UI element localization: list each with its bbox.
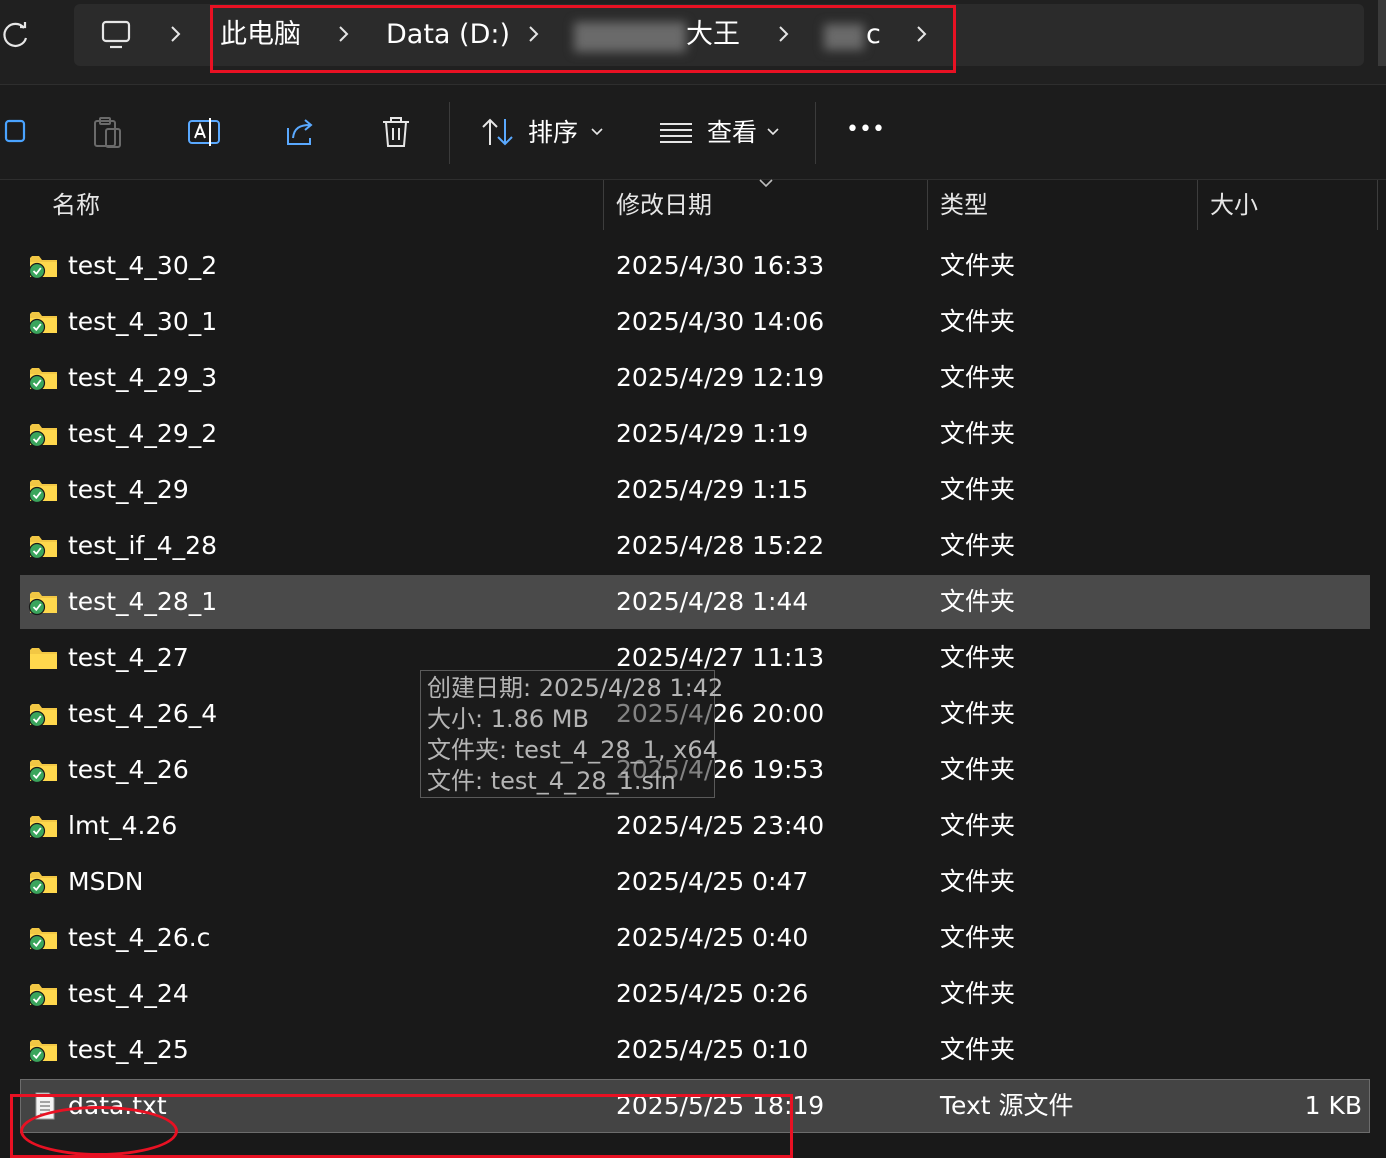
item-type: 文件夹: [940, 363, 1016, 392]
item-modified-date: 2025/4/25 0:40: [616, 923, 809, 952]
more-options-button[interactable]: •••: [846, 110, 885, 150]
item-name: test_4_29_3: [68, 363, 218, 392]
item-modified-date: 2025/4/25 23:40: [616, 811, 825, 840]
list-item[interactable]: test_4_29_2 2025/4/29 1:19 文件夹: [0, 406, 1386, 462]
item-name: test_4_26.c: [68, 923, 211, 952]
refresh-icon[interactable]: [0, 18, 34, 52]
item-modified-date: 2025/4/25 0:47: [616, 867, 809, 896]
tooltip-size: 大小: 1.86 MB: [427, 705, 589, 733]
list-item[interactable]: lmt_4.26 2025/4/25 23:40 文件夹: [0, 798, 1386, 854]
toolbar-divider: [449, 102, 450, 164]
item-type: 文件夹: [940, 699, 1016, 728]
view-icon[interactable]: [656, 112, 696, 152]
list-item[interactable]: test_4_25 2025/4/25 0:10 文件夹: [0, 1022, 1386, 1078]
item-name: test_4_29: [68, 475, 189, 504]
item-modified-date: 2025/4/29 1:15: [616, 475, 809, 504]
item-modified-date: 2025/4/30 16:33: [616, 251, 825, 280]
item-name: test_4_30_1: [68, 307, 218, 336]
list-item[interactable]: test_4_29 2025/4/29 1:15 文件夹: [0, 462, 1386, 518]
rename-icon[interactable]: [184, 112, 224, 152]
tooltip-folders: 文件夹: test_4_28_1, x64: [427, 736, 718, 764]
item-modified-date: 2025/4/25 0:26: [616, 979, 809, 1008]
column-divider[interactable]: [1197, 180, 1198, 230]
item-type: 文件夹: [940, 230, 1015, 238]
item-modified-date: 2025/5/1 16:04: [616, 230, 808, 238]
list-item[interactable]: MSDN 2025/4/25 0:47 文件夹: [0, 854, 1386, 910]
column-header-type[interactable]: 类型: [940, 178, 988, 230]
item-name: test_4_26_4: [68, 699, 218, 728]
item-name: MSDN: [68, 867, 144, 896]
item-type: 文件夹: [940, 1035, 1016, 1064]
item-type: 文件夹: [940, 867, 1016, 896]
sort-icon[interactable]: [478, 112, 518, 152]
item-name: test_4_28_1: [68, 587, 218, 616]
list-item[interactable]: test_4_29_3 2025/4/29 12:19 文件夹: [0, 350, 1386, 406]
item-type: 文件夹: [940, 419, 1016, 448]
item-name: test_5_1_2: [68, 230, 201, 238]
item-modified-date: 2025/4/25 0:10: [616, 1035, 809, 1064]
list-item[interactable]: test_4_26.c 2025/4/25 0:40 文件夹: [0, 910, 1386, 966]
item-size: 1 KB: [1304, 1091, 1362, 1120]
annotation-box-breadcrumb: [210, 5, 956, 73]
tooltip-created: 创建日期: 2025/4/28 1:42: [427, 674, 724, 702]
computer-icon[interactable]: [98, 16, 134, 52]
item-modified-date: 2025/4/30 14:06: [616, 307, 825, 336]
tooltip-files: 文件: test_4_28_1.sln: [427, 767, 676, 795]
item-modified-date: 2025/4/28 15:22: [616, 531, 825, 560]
item-type: 文件夹: [940, 923, 1016, 952]
column-header-modified[interactable]: 修改日期: [616, 178, 712, 230]
toolbar-divider: [815, 102, 816, 164]
item-type: 文件夹: [940, 307, 1016, 336]
item-type: 文件夹: [940, 811, 1016, 840]
folder-info-tooltip: 创建日期: 2025/4/28 1:42 大小: 1.86 MB 文件夹: te…: [420, 670, 724, 798]
view-button[interactable]: 查看: [707, 113, 757, 153]
item-name: test_4_26: [68, 755, 189, 784]
list-item[interactable]: test_4_30_2 2025/4/30 16:33 文件夹: [0, 238, 1386, 294]
chevron-down-icon[interactable]: [590, 124, 604, 138]
list-item[interactable]: test_5_1_2 2025/5/1 16:04 文件夹: [0, 230, 1386, 238]
sort-button[interactable]: 排序: [528, 113, 578, 153]
item-type: 文件夹: [940, 251, 1016, 280]
trash-icon[interactable]: [376, 112, 416, 152]
column-divider[interactable]: [1377, 180, 1378, 230]
item-name: test_4_30_2: [68, 251, 218, 280]
item-type: 文件夹: [940, 587, 1016, 616]
column-header-name[interactable]: 名称: [52, 178, 100, 230]
item-type: 文件夹: [940, 475, 1016, 504]
item-type: 文件夹: [940, 755, 1016, 784]
item-type: 文件夹: [940, 979, 1016, 1008]
list-item[interactable]: test_4_24 2025/4/25 0:26 文件夹: [0, 966, 1386, 1022]
item-name: test_4_25: [68, 1035, 189, 1064]
column-divider[interactable]: [927, 180, 928, 230]
annotation-ellipse-data-file: [20, 1106, 178, 1156]
column-divider[interactable]: [603, 180, 604, 230]
item-type: 文件夹: [940, 643, 1016, 672]
column-header-size[interactable]: 大小: [1210, 178, 1258, 230]
item-name: test_4_27: [68, 643, 189, 672]
item-modified-date: 2025/4/29 1:19: [616, 419, 809, 448]
item-name: test_4_29_2: [68, 419, 218, 448]
item-name: test_if_4_28: [68, 531, 217, 560]
item-type: 文件夹: [940, 531, 1016, 560]
item-name: lmt_4.26: [68, 811, 178, 840]
window-edge: [1378, 0, 1386, 66]
item-name: test_4_24: [68, 979, 189, 1008]
list-item[interactable]: test_4_30_1 2025/4/30 14:06 文件夹: [0, 294, 1386, 350]
paste-icon[interactable]: [88, 112, 128, 152]
item-type: Text 源文件: [940, 1091, 1074, 1120]
copy-icon[interactable]: [0, 112, 40, 152]
item-modified-date: 2025/4/28 1:44: [616, 587, 809, 616]
share-icon[interactable]: [280, 112, 320, 152]
list-item[interactable]: test_4_28_1 2025/4/28 1:44 文件夹: [0, 574, 1386, 630]
item-modified-date: 2025/4/29 12:19: [616, 363, 825, 392]
chevron-down-icon[interactable]: [766, 124, 780, 138]
sort-descending-icon: [759, 179, 773, 188]
list-item[interactable]: test_if_4_28 2025/4/28 15:22 文件夹: [0, 518, 1386, 574]
chevron-right-icon[interactable]: [166, 20, 186, 48]
